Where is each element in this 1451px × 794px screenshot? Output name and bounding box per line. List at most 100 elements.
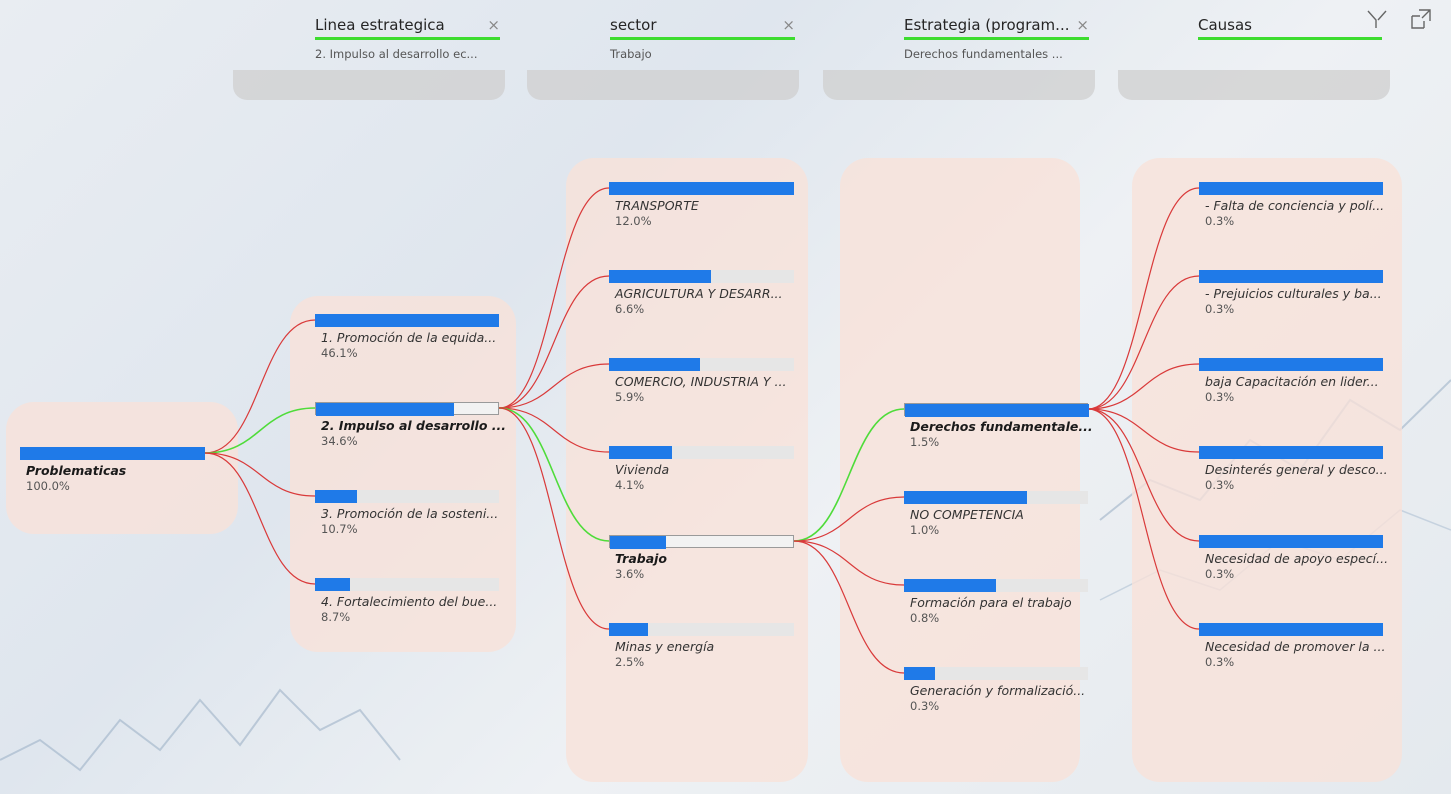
- node-label: TRANSPORTE: [615, 198, 699, 213]
- col1-node[interactable]: 3. Promoción de la sosteni... 10.7%: [315, 490, 499, 538]
- bar-fill: [1199, 535, 1383, 548]
- col2-node[interactable]: COMERCIO, INDUSTRIA Y ... 5.9%: [609, 358, 794, 406]
- col2-node[interactable]: AGRICULTURA Y DESARR... 6.6%: [609, 270, 794, 318]
- bar-fill: [609, 270, 711, 283]
- bar-fill: [20, 447, 205, 460]
- node-label: Problematicas: [26, 463, 127, 478]
- col4-node[interactable]: Necesidad de promover la ... 0.3%: [1199, 623, 1386, 671]
- col4-node[interactable]: baja Capacitación en lider... 0.3%: [1199, 358, 1383, 406]
- level-header-sector[interactable]: sector × Trabajo: [610, 12, 795, 64]
- node-value: 5.9%: [615, 390, 645, 404]
- bar-track[interactable]: [609, 358, 794, 371]
- node-label: Desinterés general y desco...: [1205, 462, 1388, 477]
- hidden-card: [527, 70, 799, 100]
- level-filter-value: 2. Impulso al desarrollo ec...: [315, 47, 478, 61]
- node-label: Trabajo: [615, 551, 668, 566]
- level-header-estrategia[interactable]: Estrategia (program... × Derechos fundam…: [904, 12, 1089, 64]
- node-value: 2.5%: [615, 655, 645, 669]
- bar-track[interactable]: [1199, 182, 1383, 195]
- level-header-causas[interactable]: Causas: [1198, 12, 1382, 64]
- node-label: Necesidad de promover la ...: [1205, 639, 1386, 654]
- bar-track[interactable]: [609, 535, 794, 549]
- col4-node[interactable]: - Prejuicios culturales y ba... 0.3%: [1199, 270, 1383, 318]
- level-underline: [904, 37, 1089, 40]
- node-value: 0.3%: [1205, 567, 1235, 581]
- close-icon[interactable]: ×: [1076, 16, 1089, 34]
- bar-fill: [315, 578, 350, 591]
- col3-node[interactable]: Generación y formalizació... 0.3%: [904, 667, 1088, 715]
- bar-fill: [609, 623, 648, 636]
- focus-mode-icon[interactable]: [1410, 8, 1432, 30]
- close-icon[interactable]: ×: [487, 16, 500, 34]
- hidden-card: [823, 70, 1095, 100]
- bar-fill: [315, 314, 499, 327]
- col3-node[interactable]: NO COMPETENCIA 1.0%: [904, 491, 1088, 539]
- bar-track[interactable]: [315, 314, 499, 327]
- col4-node[interactable]: Desinterés general y desco... 0.3%: [1199, 446, 1388, 494]
- node-value: 0.8%: [910, 611, 940, 625]
- bar-fill: [610, 536, 666, 549]
- node-label: - Falta de conciencia y polí...: [1205, 198, 1385, 213]
- col3-node[interactable]: Derechos fundamentale... 1.5%: [904, 403, 1093, 451]
- level-title: Linea estrategica: [315, 16, 445, 34]
- node-value: 1.5%: [910, 435, 940, 449]
- root-node[interactable]: Problematicas 100.0%: [20, 447, 205, 495]
- level-header-linea-estrategica[interactable]: Linea estrategica × 2. Impulso al desarr…: [315, 12, 500, 64]
- bar-track[interactable]: [315, 402, 499, 416]
- level-filter-value: Derechos fundamentales ...: [904, 47, 1063, 61]
- bar-track[interactable]: [609, 270, 794, 283]
- node-value: 34.6%: [321, 434, 358, 448]
- node-label: 4. Fortalecimiento del bue...: [321, 594, 498, 609]
- col4-node[interactable]: - Falta de conciencia y polí... 0.3%: [1199, 182, 1385, 230]
- level-title: Estrategia (program...: [904, 16, 1070, 34]
- bar-fill: [905, 404, 1089, 417]
- bar-fill: [904, 491, 1028, 504]
- bar-fill: [609, 446, 672, 459]
- bar-track[interactable]: [315, 490, 499, 503]
- col1-node[interactable]: 4. Fortalecimiento del bue... 8.7%: [315, 578, 499, 626]
- col1-node[interactable]: 1. Promoción de la equida... 46.1%: [315, 314, 499, 362]
- bar-track[interactable]: [1199, 446, 1383, 459]
- node-value: 12.0%: [615, 214, 652, 228]
- node-value: 100.0%: [26, 479, 70, 493]
- node-value: 0.3%: [1205, 478, 1235, 492]
- bar-track[interactable]: [1199, 358, 1383, 371]
- bar-track[interactable]: [1199, 623, 1383, 636]
- col4-node[interactable]: Necesidad de apoyo especí... 0.3%: [1199, 535, 1388, 583]
- bar-track[interactable]: [315, 578, 499, 591]
- level-underline: [610, 37, 795, 40]
- bar-track[interactable]: [609, 623, 794, 636]
- bar-track[interactable]: [904, 491, 1088, 504]
- bar-fill: [609, 182, 794, 195]
- node-value: 0.3%: [1205, 214, 1235, 228]
- col2-node[interactable]: Vivienda 4.1%: [609, 446, 794, 494]
- hidden-card: [1118, 70, 1390, 100]
- bar-track[interactable]: [904, 667, 1088, 680]
- node-value: 8.7%: [321, 610, 351, 624]
- node-label: Vivienda: [615, 462, 670, 477]
- bar-track[interactable]: [20, 447, 205, 460]
- bar-fill: [904, 667, 936, 680]
- node-label: Minas y energía: [615, 639, 715, 654]
- col1-node[interactable]: 2. Impulso al desarrollo ... 34.6%: [315, 402, 506, 450]
- node-label: 1. Promoción de la equida...: [321, 330, 497, 345]
- col3-node[interactable]: Formación para el trabajo 0.8%: [904, 579, 1088, 627]
- node-value: 4.1%: [615, 478, 645, 492]
- bar-track[interactable]: [609, 446, 794, 459]
- bar-fill: [904, 579, 996, 592]
- level-title: sector: [610, 16, 657, 34]
- node-label: - Prejuicios culturales y ba...: [1205, 286, 1382, 301]
- bar-track[interactable]: [1199, 535, 1383, 548]
- bar-track[interactable]: [609, 182, 794, 195]
- filter-icon[interactable]: [1366, 8, 1388, 30]
- close-icon[interactable]: ×: [782, 16, 795, 34]
- col2-node[interactable]: Trabajo 3.6%: [609, 535, 794, 583]
- bar-track[interactable]: [904, 579, 1088, 592]
- bar-fill: [1199, 358, 1383, 371]
- bar-fill: [1199, 182, 1383, 195]
- bar-track[interactable]: [1199, 270, 1383, 283]
- col2-node[interactable]: Minas y energía 2.5%: [609, 623, 794, 671]
- bar-fill: [1199, 446, 1383, 459]
- bar-track[interactable]: [904, 403, 1089, 417]
- col2-node[interactable]: TRANSPORTE 12.0%: [609, 182, 794, 230]
